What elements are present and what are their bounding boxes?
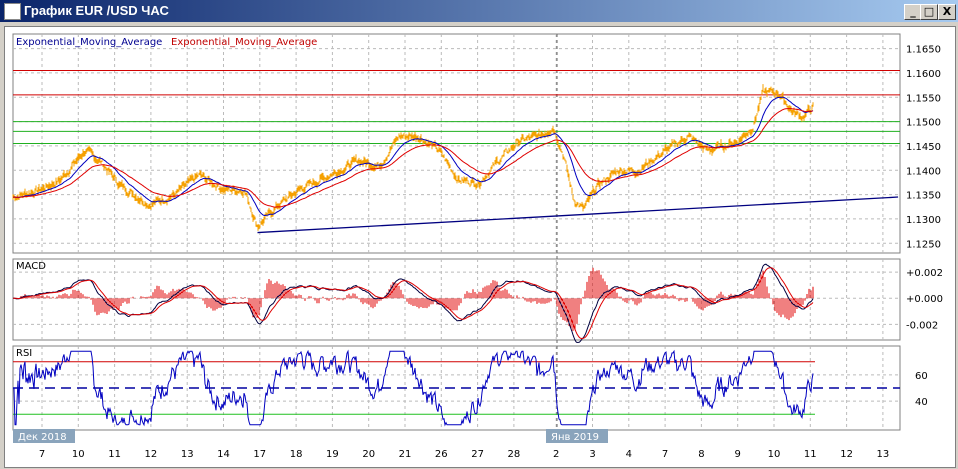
macd-tick-label: +0.002 xyxy=(906,268,943,279)
x-tick-label: 4 xyxy=(626,449,632,460)
price-tick-label: 1.1450 xyxy=(906,142,941,153)
rsi-tick-label: 60 xyxy=(915,371,928,382)
x-tick-label: 19 xyxy=(326,449,339,460)
x-tick-label: 2 xyxy=(553,449,559,460)
price-tick-label: 1.1350 xyxy=(906,191,941,202)
macd-tick-label: +0.000 xyxy=(906,294,943,305)
x-tick-label: 21 xyxy=(399,449,412,460)
price-chart[interactable]: 7 10 11 12 13 14 17 18 19 20 21 26 27 28 2 3 4 7 8 9 10 11 12 1… xyxy=(0,0,958,469)
macd-label: MACD xyxy=(16,261,46,272)
price-tick-label: 1.1550 xyxy=(906,93,941,104)
x-tick-label: 13 xyxy=(181,449,194,460)
x-tick-label: 7 xyxy=(39,449,45,460)
x-tick-label: 13 xyxy=(877,449,890,460)
month-label-dec: Дек 2018 xyxy=(18,432,67,443)
price-tick-label: 1.1400 xyxy=(906,166,941,177)
x-tick-label: 10 xyxy=(768,449,781,460)
rsi-tick-label: 40 xyxy=(915,397,928,408)
price-tick-label: 1.1600 xyxy=(906,69,941,80)
x-tick-label: 26 xyxy=(435,449,448,460)
price-tick-label: 1.1650 xyxy=(906,45,941,56)
x-tick-label: 12 xyxy=(840,449,853,460)
x-tick-label: 8 xyxy=(698,449,704,460)
legend-ema-fast: Exponential_Moving_Average xyxy=(16,37,162,48)
x-tick-label: 9 xyxy=(735,449,741,460)
month-label-jan: Янв 2019 xyxy=(551,432,599,443)
price-tick-label: 1.1500 xyxy=(906,118,941,129)
price-tick-label: 1.1300 xyxy=(906,215,941,226)
x-tick-label: 27 xyxy=(471,449,484,460)
macd-tick-label: -0.002 xyxy=(906,320,938,331)
x-tick-label: 11 xyxy=(804,449,817,460)
rsi-label: RSI xyxy=(16,348,32,359)
legend-ema-slow: Exponential_Moving_Average xyxy=(171,37,317,48)
price-tick-label: 1.1250 xyxy=(906,239,941,250)
x-tick-label: 28 xyxy=(508,449,521,460)
x-tick-label: 18 xyxy=(290,449,303,460)
x-tick-label: 12 xyxy=(145,449,158,460)
x-tick-label: 14 xyxy=(217,449,230,460)
x-tick-label: 17 xyxy=(253,449,266,460)
x-tick-label: 20 xyxy=(362,449,375,460)
x-tick-label: 10 xyxy=(72,449,85,460)
x-tick-label: 7 xyxy=(662,449,668,460)
x-tick-label: 11 xyxy=(108,449,121,460)
x-tick-label: 3 xyxy=(589,449,595,460)
